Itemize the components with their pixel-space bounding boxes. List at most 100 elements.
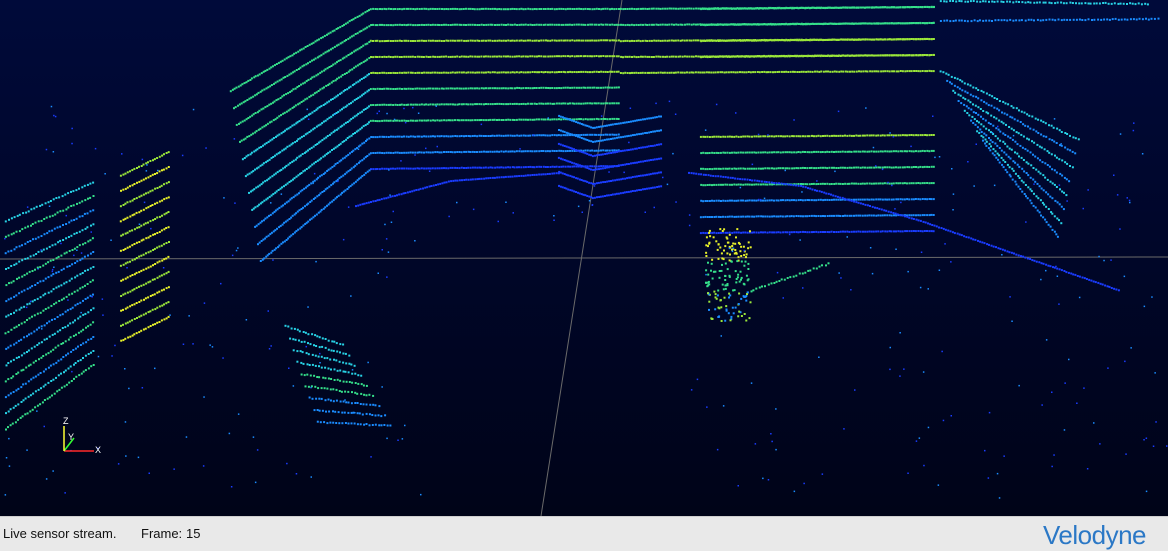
lidar-point <box>758 39 761 42</box>
lidar-point <box>563 117 566 120</box>
lidar-point <box>1003 19 1006 22</box>
lidar-point <box>504 87 507 90</box>
lidar-point <box>418 55 421 58</box>
lidar-point <box>773 231 775 234</box>
lidar-point <box>443 23 445 26</box>
lidar-point <box>690 71 693 74</box>
lidar-point <box>890 166 893 169</box>
lidar-point <box>846 134 849 137</box>
lidar-point <box>489 71 492 74</box>
lidar-point <box>353 83 356 86</box>
lidar-point <box>318 106 321 109</box>
lidar-point <box>902 54 905 57</box>
point-cloud-viewport[interactable]: X Y Z <box>0 0 1168 516</box>
lidar-point <box>458 87 461 90</box>
lidar-point <box>910 38 913 40</box>
lidar-point <box>652 158 655 161</box>
lidar-point <box>890 38 893 41</box>
lidar-point <box>848 134 851 137</box>
lidar-point <box>853 200 856 203</box>
lidar-point <box>943 0 946 3</box>
lidar-point <box>515 55 518 58</box>
lidar-point <box>793 6 796 9</box>
lidar-point <box>681 55 684 58</box>
lidar-point <box>699 216 702 219</box>
lidar-point <box>1042 1 1045 4</box>
lidar-point <box>601 153 604 156</box>
lidar-point <box>564 23 567 26</box>
lidar-point <box>869 54 872 57</box>
lidar-point <box>434 167 437 170</box>
lidar-point <box>538 23 541 26</box>
lidar-point <box>588 8 591 11</box>
lidar-point <box>822 6 825 9</box>
lidar-point <box>474 71 477 74</box>
lidar-point <box>604 86 607 89</box>
lidar-point <box>1020 110 1023 113</box>
lidar-point <box>980 89 983 92</box>
lidar-point <box>976 20 979 23</box>
lidar-point <box>726 183 729 186</box>
lidar-point <box>844 54 847 57</box>
lidar-point <box>425 71 428 74</box>
lidar-point <box>644 118 646 121</box>
lidar-point <box>586 102 589 105</box>
lidar-point <box>833 22 836 25</box>
lidar-point <box>708 183 711 186</box>
lidar-point <box>555 165 558 168</box>
lidar-point <box>443 103 446 106</box>
lidar-point <box>1061 190 1064 193</box>
lidar-point <box>438 87 441 90</box>
lidar-point <box>706 168 709 171</box>
lidar-point <box>672 39 675 42</box>
lidar-point <box>509 87 512 90</box>
lidar-point <box>440 135 443 138</box>
lidar-point <box>812 231 815 233</box>
lidar-point <box>923 182 926 185</box>
lidar-point <box>1150 17 1153 20</box>
lidar-point <box>580 193 583 196</box>
lidar-point <box>1056 127 1059 130</box>
lidar-point <box>1007 103 1010 106</box>
lidar-point <box>330 184 333 187</box>
point-cloud-canvas[interactable]: X Y Z <box>0 0 1168 516</box>
lidar-point <box>732 23 735 26</box>
lidar-point <box>706 39 708 42</box>
lidar-point <box>656 172 659 175</box>
lidar-point <box>1011 116 1014 119</box>
lidar-point <box>527 118 529 121</box>
lidar-point <box>736 71 739 74</box>
lidar-point <box>1033 19 1035 22</box>
lidar-point <box>604 70 607 73</box>
lidar-point <box>932 165 935 168</box>
lidar-point <box>864 22 867 25</box>
lidar-point <box>746 183 749 186</box>
lidar-point <box>575 7 578 10</box>
lidar-point <box>573 165 576 168</box>
lidar-point <box>723 55 726 58</box>
lidar-point <box>611 179 614 182</box>
lidar-point <box>957 93 960 96</box>
lidar-point <box>789 54 792 57</box>
lidar-point <box>515 175 518 178</box>
lidar-point <box>846 70 849 73</box>
lidar-point <box>826 134 829 137</box>
lidar-point <box>1135 18 1138 21</box>
lidar-point <box>953 232 956 235</box>
lidar-point <box>977 113 980 116</box>
lidar-point <box>411 151 414 154</box>
lidar-point <box>359 203 362 206</box>
lidar-point <box>370 136 373 138</box>
lidar-point <box>1087 18 1090 21</box>
lidar-point <box>915 54 918 57</box>
lidar-point <box>632 120 635 123</box>
lidar-point <box>921 214 924 217</box>
lidar-point <box>926 149 929 152</box>
lidar-point <box>979 240 982 243</box>
lidar-point <box>494 7 496 10</box>
lidar-point <box>868 134 871 137</box>
lidar-point <box>702 173 705 176</box>
lidar-point <box>553 172 556 175</box>
lidar-point <box>870 22 873 25</box>
lidar-point <box>424 186 427 189</box>
